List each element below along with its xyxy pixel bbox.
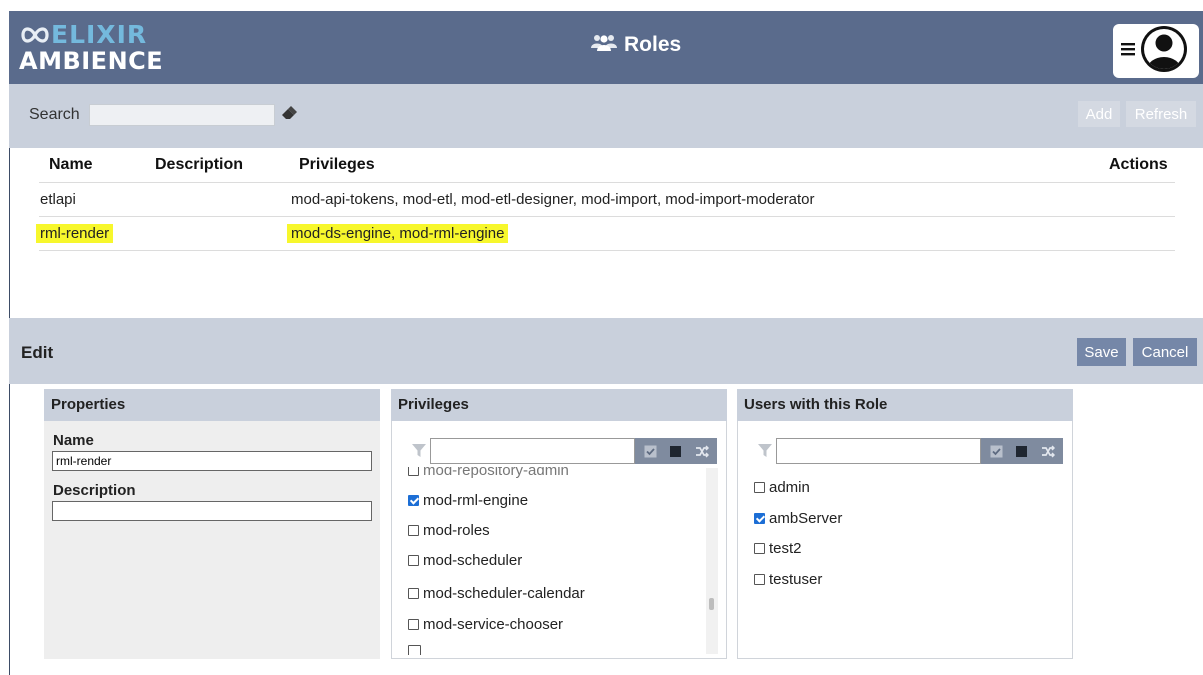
table-row[interactable]: etlapi mod-api-tokens, mod-etl, mod-etl-… [39,183,1175,216]
privileges-header: Privileges [391,389,727,421]
filter-icon [758,444,772,463]
users-filter-tools [981,438,1063,464]
list-item[interactable]: admin [754,477,810,497]
privileges-list: mod-repository-admin mod-rml-engine mod-… [400,467,705,655]
properties-header: Properties [44,389,380,421]
edit-title: Edit [21,343,54,362]
checkbox[interactable] [408,587,419,599]
privileges-filter-tools [635,438,717,464]
checkbox[interactable] [754,542,765,554]
name-label: Name [53,432,94,449]
invert-selection-icon[interactable] [1041,444,1055,458]
users-header: Users with this Role [737,389,1073,421]
row-privileges: mod-ds-engine, mod-rml-engine [287,224,509,243]
checkbox[interactable] [754,573,765,585]
description-label: Description [53,482,136,499]
hamburger-icon [1120,41,1136,62]
privileges-scrollbar[interactable] [706,468,718,654]
checkbox[interactable] [408,524,419,536]
list-item[interactable]: mod-scheduler [408,550,522,570]
select-none-icon[interactable] [669,445,682,458]
checkbox[interactable] [408,554,419,566]
users-filter-input[interactable] [776,438,981,464]
invert-selection-icon[interactable] [695,444,709,458]
cancel-button[interactable]: Cancel [1133,338,1197,366]
users-icon [590,33,618,57]
checkbox[interactable] [754,512,765,524]
scrollbar-thumb[interactable] [709,598,714,610]
column-header-description[interactable]: Description [155,156,243,174]
users-list: admin ambServer test2 testuser [754,477,1054,597]
avatar-icon [1139,24,1189,79]
list-item[interactable]: test2 [754,538,802,558]
select-none-icon[interactable] [1015,445,1028,458]
user-menu-button[interactable] [1113,24,1199,78]
row-divider [39,250,1175,251]
save-button[interactable]: Save [1077,338,1126,366]
privileges-filter-input[interactable] [430,438,635,464]
logo-line1: ELIXIR [51,20,148,49]
list-item[interactable]: mod-service-chooser [408,614,563,634]
checkbox[interactable] [754,481,765,493]
refresh-button[interactable]: Refresh [1126,101,1196,127]
column-header-actions: Actions [1109,156,1168,173]
select-all-icon[interactable] [990,445,1003,458]
row-name: rml-render [36,224,114,243]
add-button[interactable]: Add [1078,101,1120,127]
row-name: etlapi [40,191,76,208]
list-item[interactable]: mod-rml-engine [408,490,528,510]
list-item[interactable]: mod-repository-admin [408,467,569,480]
checkbox[interactable] [408,645,421,655]
column-header-name[interactable]: Name [49,156,93,174]
name-field[interactable] [52,451,372,471]
filter-icon [412,444,426,463]
list-item[interactable]: ambServer [754,508,842,528]
column-header-privileges[interactable]: Privileges [299,156,375,174]
checkbox[interactable] [408,494,419,506]
list-item[interactable]: mod-scheduler-calendar [408,583,585,603]
table-row[interactable]: rml-render mod-ds-engine, mod-rml-engine [36,217,1175,250]
checkbox[interactable] [408,618,419,630]
page-title: Roles [590,33,681,57]
row-privileges: mod-api-tokens, mod-etl, mod-etl-designe… [291,191,815,208]
select-all-icon[interactable] [644,445,657,458]
list-item[interactable]: testuser [754,569,822,589]
logo-line2: AMBIENCE [19,47,164,75]
description-field[interactable] [52,501,372,521]
list-item[interactable]: mod-roles [408,520,490,540]
checkbox[interactable] [408,467,419,476]
search-input[interactable] [89,104,275,126]
eraser-icon[interactable] [280,106,298,125]
edit-bar [9,318,1203,384]
search-label: Search [29,106,80,123]
page-title-text: Roles [624,33,682,56]
